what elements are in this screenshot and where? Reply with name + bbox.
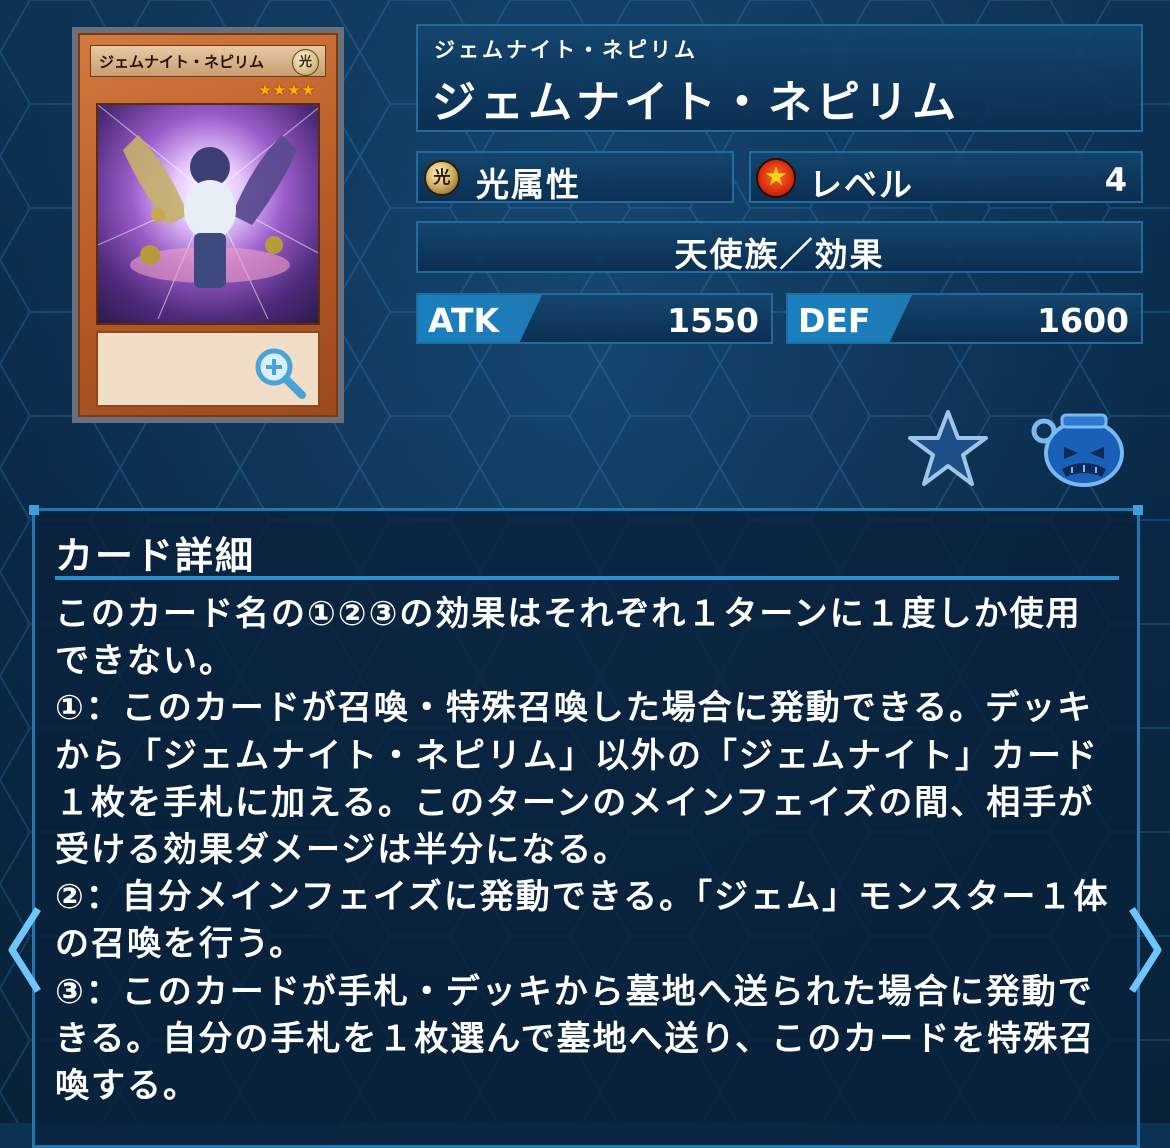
- type-panel: 天使族／効果: [416, 221, 1143, 274]
- card-image-name-text: ジェムナイト・ネピリム: [99, 53, 265, 71]
- card-detail-panel: カード詳細 このカード名の①②③の効果はそれぞれ１ターンに１度しか使用できない。…: [29, 505, 1143, 1148]
- card-image-attribute-icon: 光: [292, 49, 319, 76]
- level-value: 4: [1104, 161, 1127, 199]
- level-panel: ★ レベル 4: [749, 151, 1143, 204]
- card-image-level-stars: ★★★★: [258, 81, 316, 99]
- def-panel: DEF 1600: [786, 293, 1143, 344]
- card-type: 天使族／効果: [674, 235, 885, 274]
- attribute-panel: 光 光属性: [416, 151, 734, 204]
- card-image-name: ジェムナイト・ネピリム 光: [90, 45, 326, 77]
- zoom-icon[interactable]: [252, 345, 308, 401]
- atk-value: 1550: [667, 301, 759, 340]
- level-label: レベル: [809, 165, 914, 204]
- card-name-ruby: ジェムナイト・ネピリム: [434, 38, 698, 62]
- atk-label: ATK: [428, 301, 500, 340]
- card-artwork: [96, 103, 320, 325]
- pot-icon[interactable]: [1028, 405, 1128, 489]
- detail-title: カード詳細: [55, 534, 256, 578]
- def-label: DEF: [798, 301, 871, 340]
- panel-corner: [29, 505, 39, 515]
- atk-panel: ATK 1550: [416, 293, 773, 344]
- level-star-icon: ★: [756, 158, 796, 198]
- next-arrow-icon[interactable]: [1126, 905, 1166, 995]
- attribute-label: 光属性: [476, 165, 581, 204]
- card-artwork-figure: [98, 105, 318, 320]
- panel-corner: [1133, 505, 1143, 515]
- card-text-box: [96, 331, 320, 407]
- card-name: ジェムナイト・ネピリム: [432, 77, 960, 128]
- card-image[interactable]: ジェムナイト・ネピリム 光 ★★★★: [72, 27, 344, 423]
- def-value: 1600: [1037, 301, 1129, 340]
- detail-divider: [55, 576, 1119, 580]
- previous-arrow-icon[interactable]: [4, 905, 44, 995]
- card-face: ジェムナイト・ネピリム 光 ★★★★: [78, 33, 338, 417]
- star-icon[interactable]: [906, 408, 990, 488]
- light-attribute-icon: 光: [424, 160, 460, 196]
- card-effect-text: このカード名の①②③の効果はそれぞれ１ターンに１度しか使用できない。 ①：このカ…: [55, 594, 1110, 1107]
- card-name-panel: ジェムナイト・ネピリム ジェムナイト・ネピリム: [416, 24, 1143, 132]
